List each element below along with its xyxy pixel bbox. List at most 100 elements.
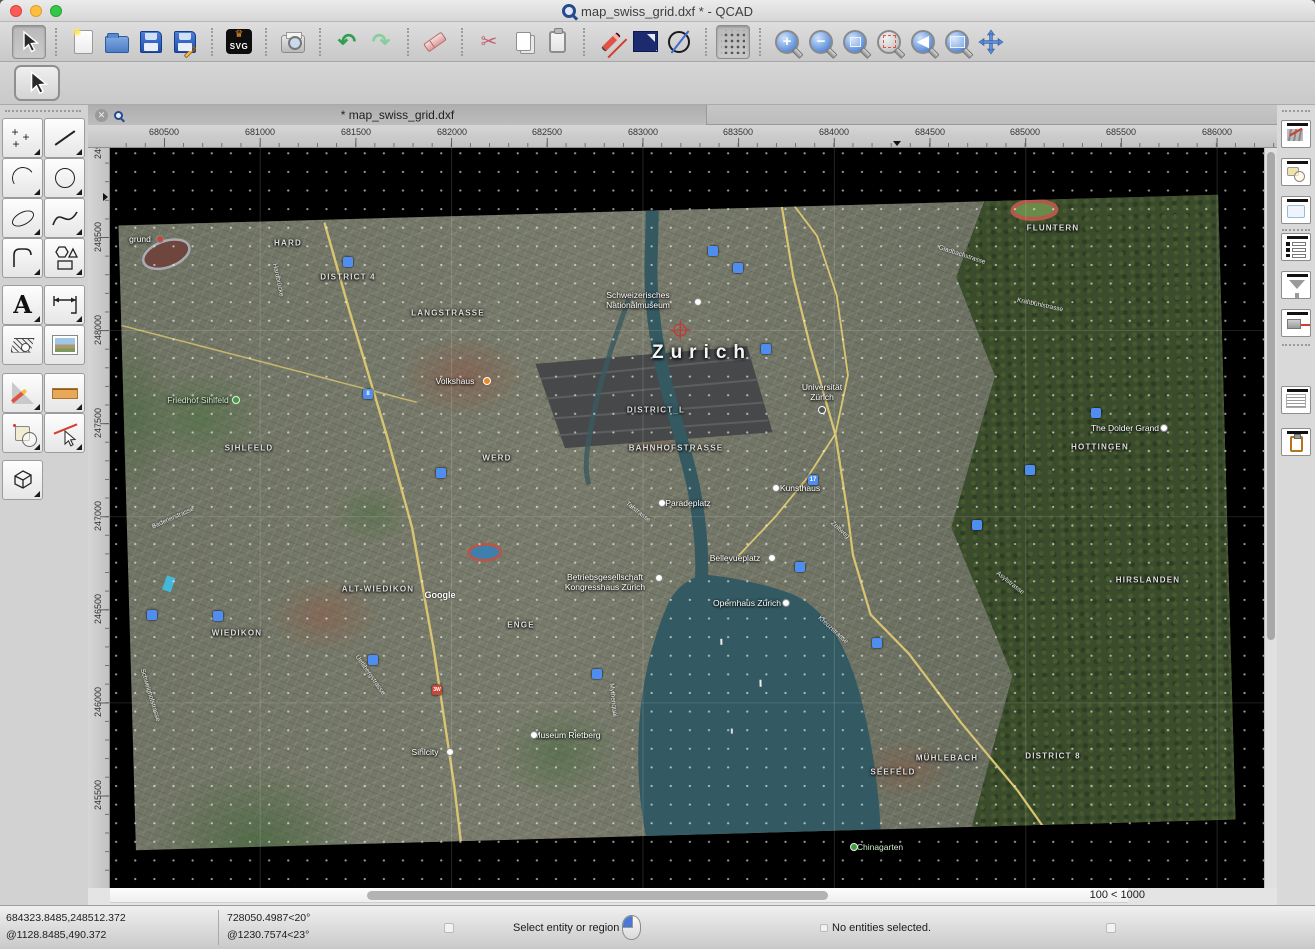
mouse-hint-icon <box>622 915 641 940</box>
panel-clipboard-button[interactable] <box>1281 428 1311 456</box>
relative-coordinates: @1128.8485,490.372 <box>6 929 106 941</box>
line-tool-button[interactable] <box>628 25 662 59</box>
hatch-icon <box>11 338 35 353</box>
zoom-selection-button[interactable] <box>872 25 906 59</box>
save-icon <box>140 31 162 53</box>
open-file-button[interactable] <box>100 25 134 59</box>
point-icon: +++ <box>11 126 35 150</box>
new-document-icon <box>74 30 93 54</box>
panel-layer-list-button[interactable] <box>1281 233 1311 261</box>
svg-export-icon: ♛SVG <box>226 29 252 54</box>
zoom-window-button[interactable] <box>50 5 62 17</box>
tool-draw-settings[interactable] <box>2 373 43 413</box>
tool-circle[interactable] <box>44 158 85 198</box>
select-tool-button[interactable] <box>12 25 46 59</box>
tool-image[interactable] <box>44 325 85 365</box>
delete-button[interactable] <box>418 25 452 59</box>
copy-icon <box>516 32 531 51</box>
panel-handle[interactable] <box>1282 110 1310 112</box>
vertical-scrollbar-thumb[interactable] <box>1267 152 1275 640</box>
vertical-scrollbar[interactable] <box>1264 148 1277 888</box>
panel-library-browser-button[interactable] <box>1281 309 1311 337</box>
panel-selection-filter-button[interactable] <box>1281 271 1311 299</box>
library-browser-icon <box>1287 319 1301 329</box>
hint-toggle-icon[interactable] <box>444 923 454 933</box>
arc-icon <box>9 165 35 191</box>
tool-dimension[interactable] <box>44 285 85 325</box>
tool-text[interactable]: A <box>2 285 43 325</box>
cut-button[interactable]: ✂ <box>472 25 506 59</box>
tool-hatch[interactable] <box>2 325 43 365</box>
pan-icon <box>978 29 1004 55</box>
modify-shapes-icon <box>15 426 30 441</box>
panel-view-list-button[interactable] <box>1281 196 1311 224</box>
horizontal-scrollbar-thumb[interactable] <box>367 891 828 900</box>
zoom-window-tool-button[interactable] <box>940 25 974 59</box>
red-pencil-icon <box>601 32 621 52</box>
paste-button[interactable] <box>540 25 574 59</box>
pan-button[interactable] <box>974 25 1008 59</box>
drawing-canvas[interactable]: Zurich HARD DISTRICT 4 LANGSTRASSE DISTR… <box>110 148 1264 888</box>
toolbar-handle[interactable] <box>5 110 81 112</box>
polygon-shapes-icon <box>51 244 79 272</box>
tool-modify[interactable] <box>2 413 43 453</box>
horizontal-scrollbar[interactable] <box>110 888 1128 903</box>
tool-pick-entity[interactable] <box>44 413 85 453</box>
save-button[interactable] <box>134 25 168 59</box>
redo-icon: ↷ <box>372 31 390 53</box>
panel-command-line-button[interactable] <box>1281 386 1311 414</box>
grid-icon <box>721 30 745 54</box>
minimize-window-button[interactable] <box>30 5 42 17</box>
document-tab[interactable]: ✕ * map_swiss_grid.dxf <box>88 105 707 125</box>
auto-zoom-button[interactable] <box>838 25 872 59</box>
tool-measure[interactable] <box>44 373 85 413</box>
grid-toggle-button[interactable] <box>716 25 750 59</box>
zoom-out-button[interactable]: − <box>804 25 838 59</box>
save-as-button[interactable] <box>168 25 202 59</box>
vruler-label: 246000 <box>93 687 103 717</box>
copy-button[interactable] <box>506 25 540 59</box>
zoom-in-button[interactable]: + <box>770 25 804 59</box>
vruler-label: 247000 <box>93 501 103 531</box>
new-file-button[interactable] <box>66 25 100 59</box>
draw-pencil-button[interactable] <box>594 25 628 59</box>
qcad-window: map_swiss_grid.dxf * - QCAD ♛SVG ↶ ↷ ✂ <box>0 0 1315 949</box>
tool-shape[interactable] <box>44 238 85 278</box>
selection-filter-icon <box>1289 280 1305 289</box>
spline-icon <box>51 205 79 231</box>
tool-point[interactable]: +++ <box>2 118 43 158</box>
right-dock-panel <box>1277 105 1315 905</box>
status-bar: 684323.8485,248512.372 @1128.8485,490.37… <box>0 905 1315 949</box>
redo-button[interactable]: ↷ <box>364 25 398 59</box>
undo-icon: ↶ <box>338 31 356 53</box>
close-window-button[interactable] <box>10 5 22 17</box>
vruler-label: 245500 <box>93 780 103 810</box>
undo-button[interactable]: ↶ <box>330 25 364 59</box>
command-hint: Select entity or region <box>513 922 619 934</box>
hruler-ticks <box>110 125 1277 147</box>
tool-line[interactable] <box>44 118 85 158</box>
clipboard-icon <box>549 31 566 53</box>
select-tool-button-large[interactable] <box>14 65 60 101</box>
previous-view-button[interactable]: ◀ <box>906 25 940 59</box>
svg-export-button[interactable]: ♛SVG <box>222 25 256 59</box>
print-preview-button[interactable] <box>276 25 310 59</box>
vruler-label: 248500 <box>93 222 103 252</box>
selection-info-icon[interactable] <box>820 924 828 932</box>
view-list-icon <box>1287 205 1305 218</box>
panel-property-editor-button[interactable] <box>1281 120 1311 148</box>
status-toggle-icon[interactable] <box>1106 923 1116 933</box>
scissors-icon: ✂ <box>481 32 498 52</box>
panel-block-list-button[interactable] <box>1281 158 1311 186</box>
secondary-toolbar <box>0 62 1315 105</box>
satellite-map-image <box>118 195 1235 850</box>
tool-arc[interactable] <box>2 158 43 198</box>
tool-polyline[interactable] <box>2 238 43 278</box>
tool-projection[interactable] <box>2 460 43 500</box>
polyline-icon <box>10 245 36 271</box>
tool-ellipse[interactable] <box>2 198 43 238</box>
tool-spline[interactable] <box>44 198 85 238</box>
circle-tool-button[interactable] <box>662 25 696 59</box>
ruler-cursor-marker <box>103 193 108 201</box>
hruler-label: 684000 <box>819 127 849 137</box>
